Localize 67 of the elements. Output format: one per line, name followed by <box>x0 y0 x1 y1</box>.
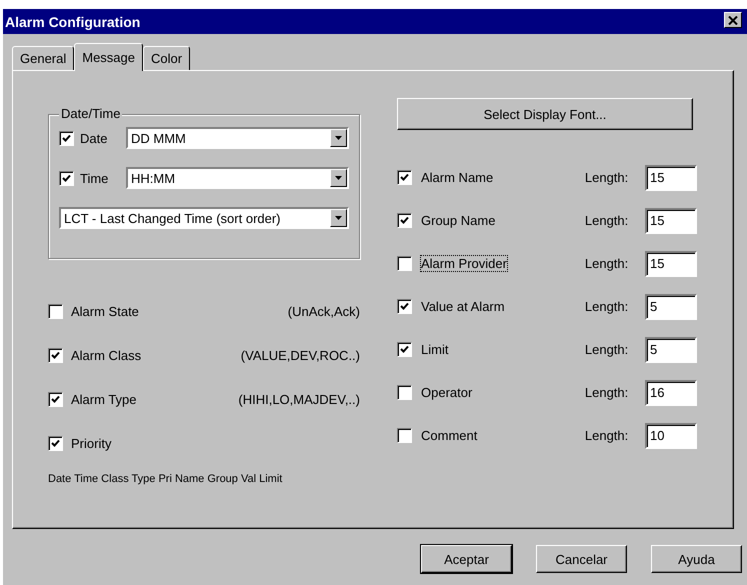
checkbox[interactable] <box>48 392 63 406</box>
format-preview: Date Time Class Type Pri Name Group Val Limit <box>48 473 284 485</box>
checkbox[interactable] <box>397 428 412 443</box>
checkbox-label: Value at Alarm <box>420 298 506 315</box>
length-field[interactable]: 15 <box>645 250 697 276</box>
dialog-button[interactable]: Aceptar <box>421 545 512 573</box>
value-hint: (VALUE,DEV,ROC..) <box>240 348 360 362</box>
length-label: Length: <box>584 428 630 443</box>
close-button[interactable] <box>724 12 742 28</box>
dropdown[interactable]: DD MMM <box>126 127 349 149</box>
check-icon <box>51 350 60 360</box>
check-icon <box>62 134 71 142</box>
dropdown[interactable]: LCT - Last Changed Time (sort order) <box>59 207 349 229</box>
value-hint: (UnAck,Ack) <box>288 304 360 318</box>
length-field[interactable]: 5 <box>645 294 697 320</box>
checkbox-label: Time <box>80 170 110 186</box>
length-field[interactable]: 10 <box>645 422 697 448</box>
checkbox[interactable] <box>397 385 412 400</box>
check-icon <box>400 216 409 225</box>
check-icon <box>51 394 60 404</box>
checkbox-label: Date <box>80 130 108 146</box>
check-icon <box>400 173 409 182</box>
length-field[interactable]: 5 <box>645 336 697 362</box>
check-icon <box>62 174 71 182</box>
length-label: Length: <box>584 342 630 357</box>
value-hint: (HIHI,LO,MAJDEV,..) <box>238 392 360 406</box>
length-label: Length: <box>584 299 630 314</box>
checkbox[interactable] <box>397 170 412 185</box>
length-field[interactable]: 15 <box>645 208 697 234</box>
checkbox[interactable] <box>59 130 74 146</box>
dialog-button[interactable]: Cancelar <box>536 545 627 573</box>
checkbox[interactable] <box>48 304 63 318</box>
checkbox-label: Alarm Provider <box>420 255 508 272</box>
length-label: Length: <box>584 170 630 185</box>
checkbox-label: Priority <box>71 436 112 450</box>
dropdown[interactable]: HH:MM <box>126 167 349 189</box>
dialog-button[interactable]: Ayuda <box>651 545 742 573</box>
checkbox[interactable] <box>397 342 412 357</box>
checkbox-label: Operator <box>420 384 474 401</box>
tab[interactable]: Color <box>143 46 190 70</box>
checkbox[interactable] <box>397 213 412 228</box>
length-field[interactable]: 15 <box>645 164 697 190</box>
length-label: Length: <box>584 213 630 228</box>
checkbox-label: Alarm State <box>71 304 139 318</box>
checkbox-label: Limit <box>420 341 450 358</box>
checkbox[interactable] <box>48 348 63 362</box>
window-title: Alarm Configuration <box>5 14 140 30</box>
checkbox[interactable] <box>397 299 412 314</box>
group-label: Date/Time <box>59 106 122 121</box>
checkbox[interactable] <box>59 170 74 186</box>
tab[interactable]: Message <box>74 43 143 71</box>
font-button[interactable]: Select Display Font... <box>397 98 693 130</box>
check-icon <box>400 302 409 311</box>
length-label: Length: <box>584 256 630 271</box>
checkbox-label: Alarm Class <box>71 348 142 362</box>
check-icon <box>400 345 409 354</box>
checkbox-label: Alarm Name <box>420 169 494 186</box>
length-field[interactable]: 16 <box>645 380 697 406</box>
checkbox[interactable] <box>48 436 63 450</box>
tab[interactable]: General <box>12 46 74 70</box>
checkbox-label: Group Name <box>420 212 496 229</box>
length-label: Length: <box>584 385 630 400</box>
check-icon <box>51 438 60 448</box>
checkbox-label: Alarm Type <box>71 392 137 406</box>
close-icon <box>728 16 738 24</box>
checkbox[interactable] <box>397 256 412 271</box>
checkbox-label: Comment <box>420 427 478 444</box>
